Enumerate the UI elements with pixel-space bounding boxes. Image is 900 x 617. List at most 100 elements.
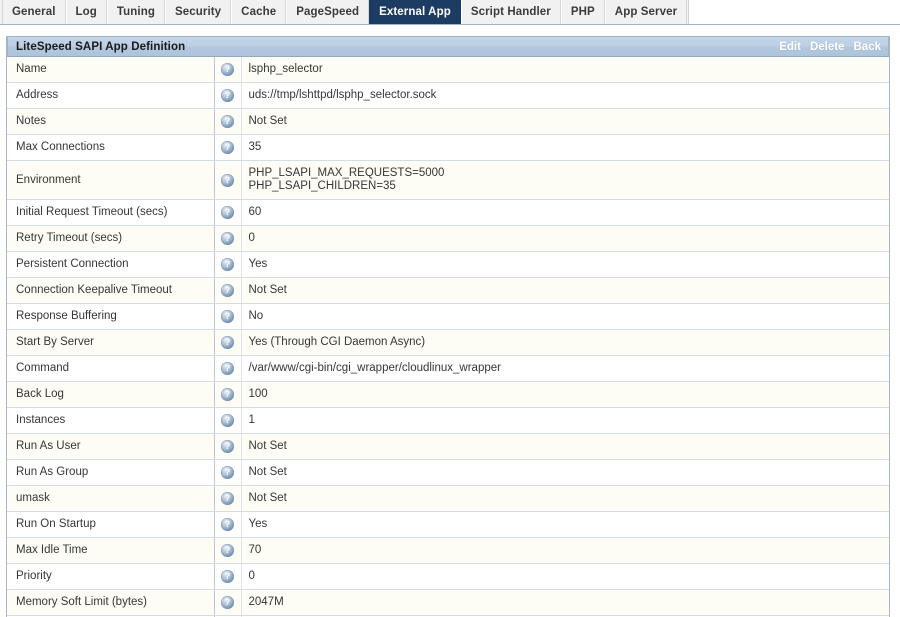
row-label: Command	[7, 355, 215, 382]
tab-script-handler[interactable]: Script Handler	[460, 0, 561, 24]
row-value-unset: Not Set	[241, 485, 889, 512]
table-row: Environment PHP_LSAPI_MAX_REQUESTS=5000 P…	[7, 160, 889, 200]
row-label: umask	[7, 485, 215, 512]
panel-header: LiteSpeed SAPI App Definition Edit Delete…	[7, 36, 889, 57]
help-circle-icon[interactable]	[221, 231, 234, 245]
help-circle-icon[interactable]	[221, 361, 234, 375]
help-icon-cell	[214, 511, 242, 538]
help-circle-icon[interactable]	[221, 283, 234, 297]
panel-container: LiteSpeed SAPI App Definition Edit Delete…	[0, 25, 900, 617]
table-row: Name lsphp_selector	[7, 57, 889, 83]
help-icon-wrapper	[215, 513, 241, 536]
help-circle-icon[interactable]	[221, 569, 234, 583]
help-icon-wrapper	[215, 253, 241, 276]
help-circle-icon[interactable]	[221, 465, 234, 479]
help-icon-wrapper	[215, 591, 241, 614]
help-icon-wrapper	[215, 409, 241, 432]
help-icon-cell	[214, 57, 242, 83]
row-label: Memory Soft Limit (bytes)	[7, 589, 215, 616]
tab-tuning[interactable]: Tuning	[106, 0, 165, 24]
table-row: Run As Group Not Set	[7, 459, 889, 486]
help-circle-icon[interactable]	[221, 257, 234, 271]
help-icon-wrapper	[215, 279, 241, 302]
table-row: Initial Request Timeout (secs) 60	[7, 199, 889, 226]
help-circle-icon[interactable]	[221, 387, 234, 401]
help-icon-cell	[214, 485, 242, 512]
tab-app-server[interactable]: App Server	[604, 0, 688, 24]
tab-log[interactable]: Log	[65, 0, 107, 24]
settings-tab-bar: General Log Tuning Security Cache PageSpeed Ex…	[0, 0, 900, 25]
row-value: 100	[241, 381, 889, 408]
help-icon-wrapper	[215, 383, 241, 406]
table-row: Start By Server Yes (Through CGI Daemon A…	[7, 329, 889, 356]
help-circle-icon[interactable]	[221, 595, 234, 609]
help-circle-icon[interactable]	[221, 543, 234, 557]
help-icon-wrapper	[215, 201, 241, 224]
row-value: 35	[241, 134, 889, 161]
help-circle-icon[interactable]	[221, 88, 234, 102]
back-link[interactable]: Back	[854, 41, 882, 53]
row-label: Initial Request Timeout (secs)	[7, 199, 215, 226]
row-value: uds://tmp/lshttpd/lsphp_selector.sock	[241, 82, 889, 109]
help-circle-icon[interactable]	[221, 335, 234, 349]
row-value: 0	[241, 563, 889, 590]
row-value: 70	[241, 537, 889, 564]
help-icon-cell	[214, 537, 242, 564]
help-icon-wrapper	[215, 305, 241, 328]
help-icon-cell	[214, 199, 242, 226]
sapi-app-definition-panel: LiteSpeed SAPI App Definition Edit Delete…	[6, 36, 890, 617]
help-circle-icon[interactable]	[221, 517, 234, 531]
help-icon-cell	[214, 303, 242, 330]
help-icon-cell	[214, 82, 242, 109]
help-circle-icon[interactable]	[221, 439, 234, 453]
row-value: Yes	[241, 511, 889, 538]
table-row: Response Buffering No	[7, 303, 889, 330]
help-icon-cell	[214, 277, 242, 304]
help-circle-icon[interactable]	[221, 205, 234, 219]
row-value-unset: Not Set	[241, 277, 889, 304]
help-icon-cell	[214, 433, 242, 460]
help-circle-icon[interactable]	[221, 62, 234, 76]
tab-pagespeed[interactable]: PageSpeed	[286, 0, 370, 24]
tab-security[interactable]: Security	[164, 0, 232, 24]
tab-general[interactable]: General	[2, 0, 66, 24]
help-icon-cell	[214, 407, 242, 434]
tab-cache[interactable]: Cache	[231, 0, 287, 24]
help-icon-wrapper	[215, 136, 241, 159]
row-value: 2047M	[241, 589, 889, 616]
table-row: Notes Not Set	[7, 108, 889, 135]
table-row: Command/var/www/cgi-bin/cgi_wrapper/clou…	[7, 355, 889, 382]
row-label: Connection Keepalive Timeout	[7, 277, 215, 304]
edit-link[interactable]: Edit	[779, 41, 801, 53]
help-circle-icon[interactable]	[221, 140, 234, 154]
row-label: Run As User	[7, 433, 215, 460]
help-icon-cell	[214, 160, 242, 200]
help-icon-wrapper	[215, 331, 241, 354]
help-circle-icon[interactable]	[221, 114, 234, 128]
table-row: Retry Timeout (secs) 0	[7, 225, 889, 252]
help-circle-icon[interactable]	[221, 309, 234, 323]
help-icon-cell	[214, 251, 242, 278]
panel-action-links: Edit Delete Back	[779, 41, 881, 53]
row-value-unset: Not Set	[241, 433, 889, 460]
delete-link[interactable]: Delete	[810, 41, 845, 53]
row-label: Run On Startup	[7, 511, 215, 538]
table-row: Max Connections 35	[7, 134, 889, 161]
help-icon-wrapper	[215, 487, 241, 510]
help-circle-icon[interactable]	[221, 173, 234, 187]
help-icon-wrapper	[215, 227, 241, 250]
help-circle-icon[interactable]	[221, 491, 234, 505]
help-icon-cell	[214, 355, 242, 382]
table-row: Run On Startup Yes	[7, 511, 889, 538]
help-icon-wrapper	[215, 58, 241, 81]
tab-external-app[interactable]: External App	[369, 0, 461, 24]
table-row: Memory Soft Limit (bytes) 2047M	[7, 589, 889, 616]
row-label: Run As Group	[7, 459, 215, 486]
tab-list: General Log Tuning Security Cache PageSpeed Ex…	[0, 0, 688, 24]
table-row: umask Not Set	[7, 485, 889, 512]
tab-php[interactable]: PHP	[560, 0, 605, 24]
help-icon-wrapper	[215, 435, 241, 458]
help-circle-icon[interactable]	[221, 413, 234, 427]
help-icon-cell	[214, 134, 242, 161]
row-value-unset: Not Set	[241, 459, 889, 486]
